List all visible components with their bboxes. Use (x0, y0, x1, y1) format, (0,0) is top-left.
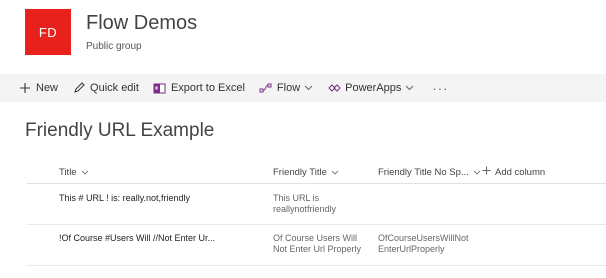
pencil-icon (72, 81, 86, 95)
column-header-title[interactable]: Title (59, 160, 89, 184)
quick-edit-button[interactable]: Quick edit (72, 81, 139, 95)
quick-edit-label: Quick edit (90, 82, 139, 94)
item-friendly-title-no-spaces: OfCourseUsersWillNotEnterUrlProperly (378, 233, 469, 254)
item-friendly-title: Of Course Users Will Not Enter Url Prope… (273, 233, 362, 254)
chevron-down-icon (81, 170, 89, 175)
list-column-headers: Title Friendly Title Friendly Title No S… (27, 160, 606, 184)
column-header-friendly-title[interactable]: Friendly Title (273, 160, 339, 184)
more-options-button[interactable]: ··· (432, 81, 448, 96)
chevron-down-icon (331, 170, 339, 175)
column-header-label: Friendly Title No Sp... (378, 166, 469, 178)
plus-icon (482, 166, 491, 178)
chevron-down-icon (405, 85, 414, 91)
column-header-label: Title (59, 166, 77, 178)
powerapps-menu-button[interactable]: PowerApps (327, 81, 414, 95)
powerapps-icon (327, 81, 341, 95)
export-to-excel-button[interactable]: Export to Excel (153, 81, 245, 95)
list-item[interactable]: This # URL ! is: really.not,friendly Thi… (27, 185, 606, 225)
flow-menu-label: Flow (276, 82, 301, 94)
excel-icon (153, 81, 167, 95)
list-item[interactable]: !Of Course #Users Will //Not Enter Ur...… (27, 225, 606, 266)
add-column-button[interactable]: Add column (482, 160, 545, 184)
flow-icon (259, 81, 273, 95)
site-subtitle: Public group (86, 41, 142, 52)
item-title-link[interactable]: !Of Course #Users Will //Not Enter Ur... (59, 233, 215, 244)
site-title[interactable]: Flow Demos (86, 12, 197, 35)
powerapps-menu-label: PowerApps (345, 82, 402, 94)
add-column-label: Add column (495, 166, 546, 178)
item-friendly-title: This URL is reallynotfriendly (273, 193, 337, 214)
item-title-link[interactable]: This # URL ! is: really.not,friendly (59, 193, 190, 204)
new-button-label: New (36, 82, 59, 94)
plus-icon (18, 81, 32, 95)
column-header-friendly-title-no-spaces[interactable]: Friendly Title No Sp... (378, 160, 481, 184)
export-to-excel-label: Export to Excel (170, 82, 245, 94)
chevron-down-icon (304, 85, 313, 91)
column-header-label: Friendly Title (273, 166, 327, 178)
new-button[interactable]: New (18, 81, 58, 95)
site-logo[interactable]: FD (25, 9, 71, 55)
chevron-down-icon (473, 170, 481, 175)
list-title: Friendly URL Example (25, 120, 215, 141)
flow-menu-button[interactable]: Flow (259, 81, 313, 95)
command-bar: New Quick edit Export to Excel Flow Powe… (0, 74, 606, 102)
site-header: FD Flow Demos Public group (0, 0, 606, 68)
